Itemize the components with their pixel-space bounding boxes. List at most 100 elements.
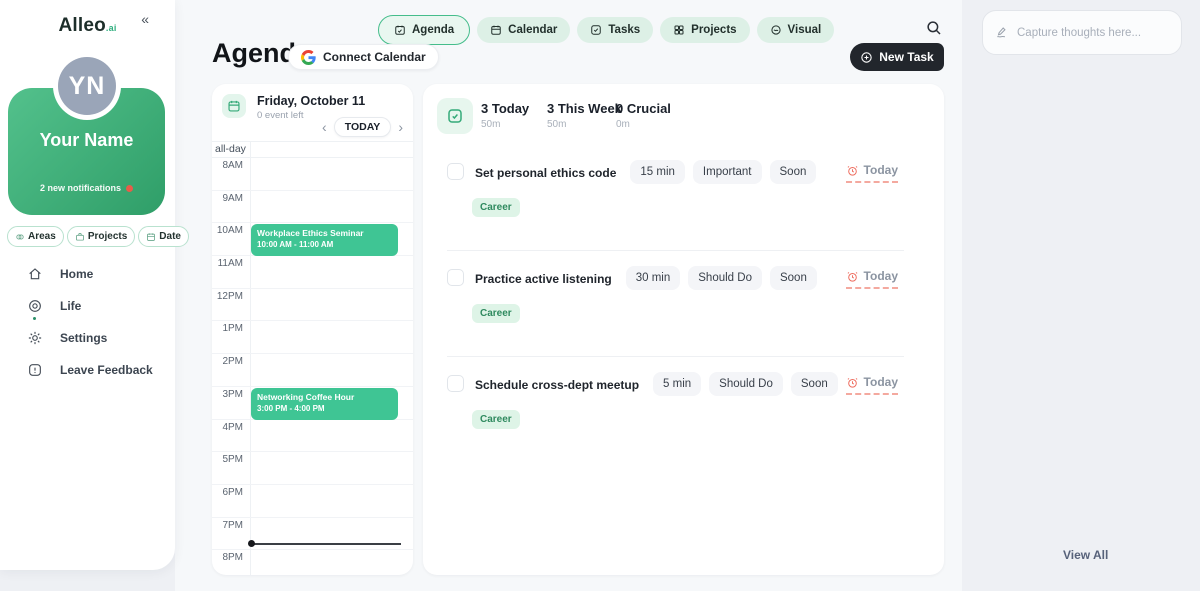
agenda-icon [394,24,406,36]
task-urgency-badge[interactable]: Soon [770,160,817,184]
time-label: 8PM [212,552,243,563]
collapse-sidebar-button[interactable]: « [141,11,149,27]
sidebar-item-label: Leave Feedback [60,363,153,377]
task-title: Schedule cross-dept meetup [475,372,639,392]
time-label: 11AM [212,258,243,269]
task-checkbox[interactable] [447,163,464,180]
tab-agenda[interactable]: Agenda [378,15,470,45]
time-slot: 11AM [212,256,413,289]
sidebar-item-settings[interactable]: Settings [27,326,153,350]
time-label: 9AM [212,193,243,204]
notifications-status[interactable]: 2 new notifications [8,183,165,193]
task-priority-badge[interactable]: Should Do [709,372,783,396]
calendar-event[interactable]: Workplace Ethics Seminar 10:00 AM - 11:0… [251,224,398,256]
pomodoro-alarm-icon [846,376,859,389]
stat-minutes: 50m [547,119,622,130]
next-day-button[interactable]: › [398,120,403,134]
stat-label: 0 Crucial [616,101,671,116]
new-task-button[interactable]: New Task [850,43,944,71]
task-due-chip[interactable]: Today [846,375,898,395]
user-name: Your Name [8,130,165,151]
filter-areas-button[interactable]: Areas [7,226,64,247]
stat-label: 3 Today [481,101,529,116]
task-duration-badge[interactable]: 15 min [630,160,685,184]
time-slot: 5PM [212,452,413,485]
calendar-nav: ‹ TODAY › [322,117,403,137]
grid-icon [673,24,685,36]
app-root: Agenda Calendar Tasks Projects Visual Ag… [0,0,1200,591]
top-nav: Agenda Calendar Tasks Projects Visual [378,15,834,45]
view-all-link[interactable]: View All [1063,548,1108,562]
task-badges: 15 min Important Soon [630,160,816,184]
today-button[interactable]: TODAY [334,117,392,137]
filter-date-button[interactable]: Date [138,226,189,247]
connect-calendar-label: Connect Calendar [323,50,426,64]
time-slot: 7PM [212,518,413,551]
task-tag[interactable]: Career [472,198,520,217]
task-main: Schedule cross-dept meetup 5 min Should … [475,372,836,396]
task-tag[interactable]: Career [472,304,520,323]
time-label: 8AM [212,160,243,171]
task-title: Practice active listening [475,266,612,286]
check-square-icon [437,98,473,134]
sidebar-item-home[interactable]: Home [27,262,153,286]
logo-suffix: .ai [106,23,117,33]
task-row[interactable]: Schedule cross-dept meetup 5 min Should … [423,372,944,478]
connect-calendar-button[interactable]: Connect Calendar [288,44,439,70]
task-duration-badge[interactable]: 30 min [626,266,681,290]
calendar-date-title: Friday, October 11 [257,94,365,108]
calendar-icon [490,24,502,36]
task-priority-badge[interactable]: Important [693,160,762,184]
filter-label: Projects [88,231,127,242]
task-priority-badge[interactable]: Should Do [688,266,762,290]
task-badges: 5 min Should Do Soon [653,372,838,396]
sidebar-item-leave-feedback[interactable]: Leave Feedback [27,358,153,382]
visual-icon [770,24,782,36]
tab-visual[interactable]: Visual [757,17,835,43]
tab-projects[interactable]: Projects [660,17,749,43]
task-checkbox[interactable] [447,375,464,392]
task-duration-badge[interactable]: 5 min [653,372,701,396]
notifications-label: 2 new notifications [40,183,121,193]
time-label: 12PM [212,291,243,302]
calendar-icon [146,232,156,242]
time-slot: 2PM [212,354,413,387]
task-due-chip[interactable]: Today [846,269,898,289]
sidebar-item-life[interactable]: Life [27,294,153,318]
event-time: 3:00 PM - 4:00 PM [257,404,392,413]
task-urgency-badge[interactable]: Soon [770,266,817,290]
filter-projects-button[interactable]: Projects [67,226,135,247]
task-tag[interactable]: Career [472,410,520,429]
task-checkbox[interactable] [447,269,464,286]
pomodoro-alarm-icon [846,270,859,283]
tab-label: Agenda [412,24,454,36]
stat-crucial: 0 Crucial 0m [616,101,671,130]
avatar[interactable]: YN [58,57,116,115]
capture-input[interactable] [1017,27,1169,39]
current-time-indicator [250,543,401,545]
stat-minutes: 50m [481,119,529,130]
time-slot: 6PM [212,485,413,518]
tab-tasks[interactable]: Tasks [577,17,653,43]
capture-input-wrap[interactable] [982,10,1182,55]
task-due-chip[interactable]: Today [846,163,898,183]
task-row[interactable]: Set personal ethics code 15 min Importan… [423,160,944,266]
time-slot: 4PM [212,420,413,453]
calendar-event[interactable]: Networking Coffee Hour 3:00 PM - 4:00 PM [251,388,398,420]
gear-icon [27,330,43,346]
agenda-calendar-panel: Friday, October 11 0 event left ‹ TODAY … [212,84,413,575]
prev-day-button[interactable]: ‹ [322,120,327,134]
all-day-row: all-day [212,142,413,158]
event-title: Workplace Ethics Seminar [257,228,392,238]
time-slot: 9AM [212,191,413,224]
search-icon[interactable] [925,19,943,37]
stat-this-week: 3 This Week 50m [547,101,622,130]
tab-label: Visual [788,24,822,36]
time-label: 7PM [212,520,243,531]
new-task-label: New Task [879,50,933,64]
pomodoro-alarm-icon [846,164,859,177]
task-main: Practice active listening 30 min Should … [475,266,836,290]
task-urgency-badge[interactable]: Soon [791,372,838,396]
task-row[interactable]: Practice active listening 30 min Should … [423,266,944,372]
tab-calendar[interactable]: Calendar [477,17,570,43]
